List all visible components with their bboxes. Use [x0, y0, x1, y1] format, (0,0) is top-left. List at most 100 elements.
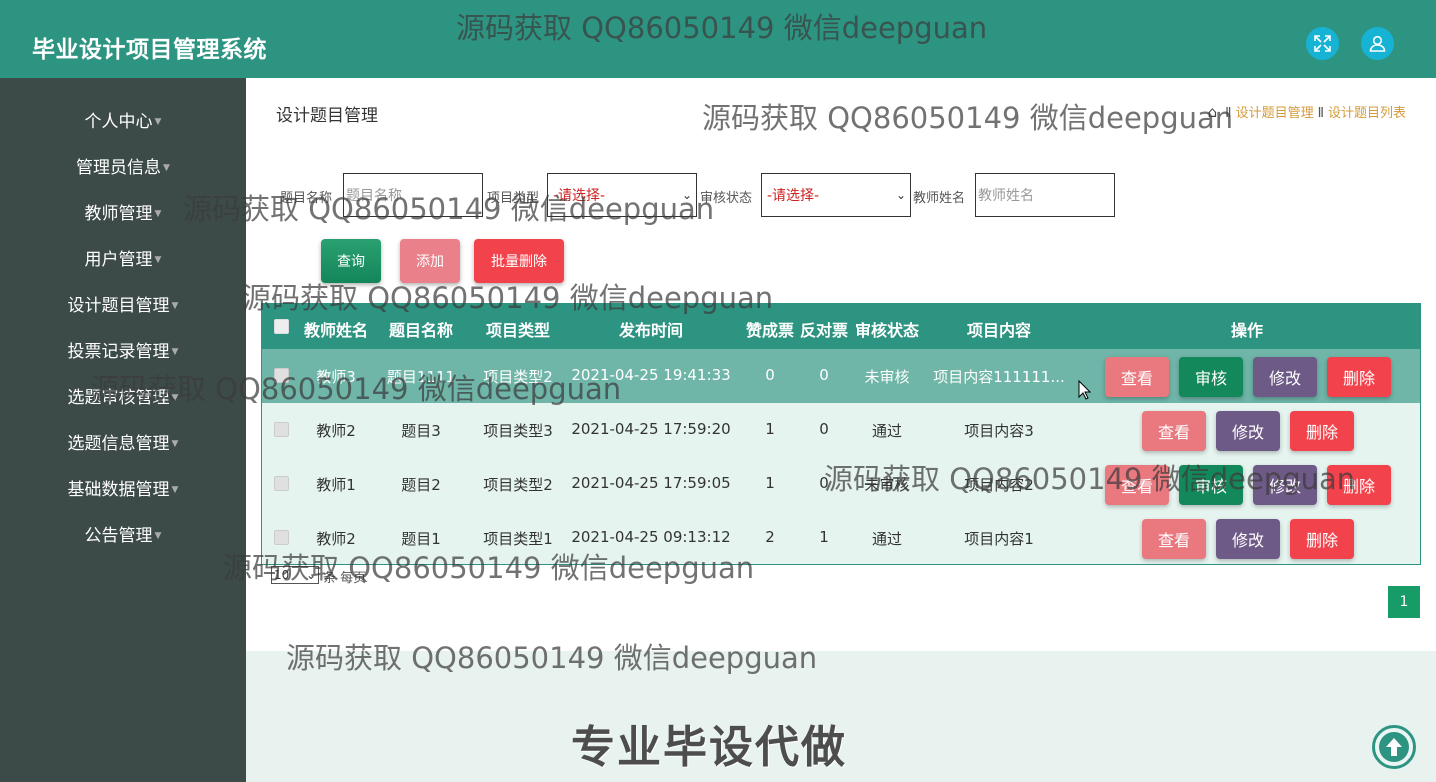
row-checkbox[interactable]	[274, 476, 289, 491]
cell-no-votes: 1	[819, 528, 829, 546]
type-select[interactable]: -请选择- ⌄	[547, 173, 697, 217]
cell-type: 项目类型3	[483, 422, 553, 440]
cell-no-votes: 0	[819, 366, 829, 384]
column-header[interactable]: 赞成票	[746, 317, 794, 341]
cell-type: 项目类型1	[483, 530, 553, 548]
teacher-filter-label: 教师姓名	[913, 191, 966, 206]
row-checkbox[interactable]	[274, 422, 289, 437]
footer-banner: 专业毕设代做	[246, 651, 1436, 782]
column-header[interactable]: 教师姓名	[304, 317, 368, 341]
page-size-label: 条 每页	[323, 571, 367, 586]
audit-button[interactable]: 审核	[1179, 357, 1243, 397]
sidebar-item-vote-records[interactable]: 投票记录管理 ▼	[0, 340, 246, 364]
sidebar-item-topic-management[interactable]: 设计题目管理 ▼	[0, 294, 246, 318]
back-to-top-button[interactable]	[1372, 725, 1416, 769]
page-size-select[interactable]: 10 ⌄	[271, 566, 319, 584]
fullscreen-button[interactable]	[1306, 27, 1339, 60]
sidebar-item-selection-info[interactable]: 选题信息管理 ▼	[0, 432, 246, 456]
edit-button[interactable]: 修改	[1216, 519, 1280, 559]
cell-yes-votes: 1	[765, 474, 775, 492]
breadcrumb-item[interactable]: 设计题目管理	[1236, 106, 1314, 121]
cell-time: 2021-04-25 17:59:05	[571, 474, 731, 492]
cell-title: 题目1111	[386, 368, 456, 386]
table-row[interactable]: 教师2 题目3 项目类型3 2021-04-25 17:59:20 1 0 通过…	[262, 403, 1420, 457]
view-button[interactable]: 查看	[1142, 411, 1206, 451]
page-title: 设计题目管理	[276, 106, 378, 126]
caret-down-icon: ▼	[154, 209, 162, 219]
caret-down-icon: ▼	[163, 163, 170, 173]
batch-delete-button[interactable]: 批量删除	[474, 239, 564, 283]
column-header[interactable]: 项目内容	[967, 317, 1031, 341]
cell-title: 题目3	[401, 422, 441, 440]
caret-down-icon: ▼	[171, 347, 179, 357]
column-header[interactable]: 项目类型	[486, 317, 550, 341]
main-content: 设计题目管理 ⌂ Ⅱ 设计题目管理 Ⅱ 设计题目列表 题目名称 题目名称 项目类型 -请…	[246, 78, 1436, 782]
breadcrumb-item[interactable]: 设计题目列表	[1328, 106, 1406, 121]
row-checkbox[interactable]	[274, 368, 289, 383]
column-header[interactable]: 反对票	[800, 317, 848, 341]
view-button[interactable]: 查看	[1142, 519, 1206, 559]
sidebar-item-announcements[interactable]: 公告管理 ▼	[0, 524, 246, 548]
cell-status: 通过	[871, 422, 903, 440]
delete-button[interactable]: 删除	[1290, 411, 1354, 451]
home-icon[interactable]: ⌂	[1208, 103, 1218, 121]
table-header: 教师姓名 题目名称 项目类型 发布时间 赞成票 反对票 审核状态 项目内容 操作	[262, 304, 1420, 349]
arrow-up-icon	[1379, 732, 1409, 762]
cell-yes-votes: 2	[765, 528, 775, 546]
query-button[interactable]: 查询	[321, 239, 381, 283]
cell-content: 项目内容111111...	[933, 368, 1065, 386]
cell-no-votes: 0	[819, 420, 829, 438]
sidebar-item-user-management[interactable]: 用户管理 ▼	[0, 248, 246, 272]
row-checkbox[interactable]	[274, 530, 289, 545]
column-header[interactable]: 发布时间	[619, 317, 683, 341]
cell-yes-votes: 0	[765, 366, 775, 384]
cell-content: 项目内容1	[964, 530, 1034, 548]
add-button[interactable]: 添加	[400, 239, 460, 283]
delete-button[interactable]: 删除	[1327, 357, 1391, 397]
cell-title: 题目2	[401, 476, 441, 494]
caret-down-icon: ▼	[171, 485, 179, 495]
cell-teacher: 教师2	[316, 422, 356, 440]
edit-button[interactable]: 修改	[1253, 357, 1317, 397]
type-filter-label: 项目类型	[487, 191, 540, 206]
cell-teacher: 教师1	[316, 476, 356, 494]
user-menu-button[interactable]	[1361, 27, 1394, 60]
table-row[interactable]: 教师2 题目1 项目类型1 2021-04-25 09:13:12 2 1 通过…	[262, 511, 1420, 565]
audit-button[interactable]: 审核	[1179, 465, 1243, 505]
cell-status: 未审核	[864, 476, 910, 494]
topic-table: 教师姓名 题目名称 项目类型 发布时间 赞成票 反对票 审核状态 项目内容 操作…	[261, 303, 1421, 565]
sidebar: 个人中心 ▼ 管理员信息 ▼ 教师管理 ▼ 用户管理 ▼ 设计题目管理 ▼ 投票记录管理 ▼…	[0, 78, 246, 782]
title-search-input[interactable]: 题目名称	[343, 173, 483, 217]
column-header[interactable]: 审核状态	[855, 317, 919, 341]
delete-button[interactable]: 删除	[1327, 465, 1391, 505]
status-filter-label: 审核状态	[700, 191, 753, 206]
cell-title: 题目1	[401, 530, 441, 548]
status-select[interactable]: -请选择- ⌄	[761, 173, 911, 217]
sidebar-item-teacher-management[interactable]: 教师管理 ▼	[0, 202, 246, 226]
page-number-button[interactable]: 1	[1388, 586, 1420, 618]
cell-yes-votes: 1	[765, 420, 775, 438]
footer-text: 专业毕设代做	[571, 722, 847, 773]
sidebar-item-personal-center[interactable]: 个人中心 ▼	[0, 110, 246, 134]
edit-button[interactable]: 修改	[1216, 411, 1280, 451]
teacher-search-input[interactable]: 教师姓名	[975, 173, 1115, 217]
caret-down-icon: ▼	[154, 531, 162, 541]
cell-status: 通过	[871, 530, 903, 548]
cell-content: 项目内容2	[964, 476, 1034, 494]
cell-teacher: 教师2	[316, 530, 356, 548]
delete-button[interactable]: 删除	[1290, 519, 1354, 559]
edit-button[interactable]: 修改	[1253, 465, 1317, 505]
top-header: 毕业设计项目管理系统	[0, 0, 1436, 78]
column-header[interactable]: 题目名称	[389, 317, 453, 341]
select-all-checkbox[interactable]	[274, 319, 289, 334]
table-row[interactable]: 教师1 题目2 项目类型2 2021-04-25 17:59:05 1 0 未审…	[262, 457, 1420, 511]
sidebar-item-base-data[interactable]: 基础数据管理 ▼	[0, 478, 246, 502]
sidebar-item-admin-info[interactable]: 管理员信息 ▼	[0, 156, 246, 180]
sidebar-item-selection-audit[interactable]: 选题审核管理 ▼	[0, 386, 246, 410]
view-button[interactable]: 查看	[1105, 357, 1169, 397]
table-row[interactable]: 教师3 题目1111 项目类型2 2021-04-25 19:41:33 0 0…	[262, 349, 1420, 403]
expand-icon	[1314, 35, 1331, 52]
view-button[interactable]: 查看	[1105, 465, 1169, 505]
user-icon	[1369, 35, 1386, 52]
cell-time: 2021-04-25 17:59:20	[571, 420, 731, 438]
